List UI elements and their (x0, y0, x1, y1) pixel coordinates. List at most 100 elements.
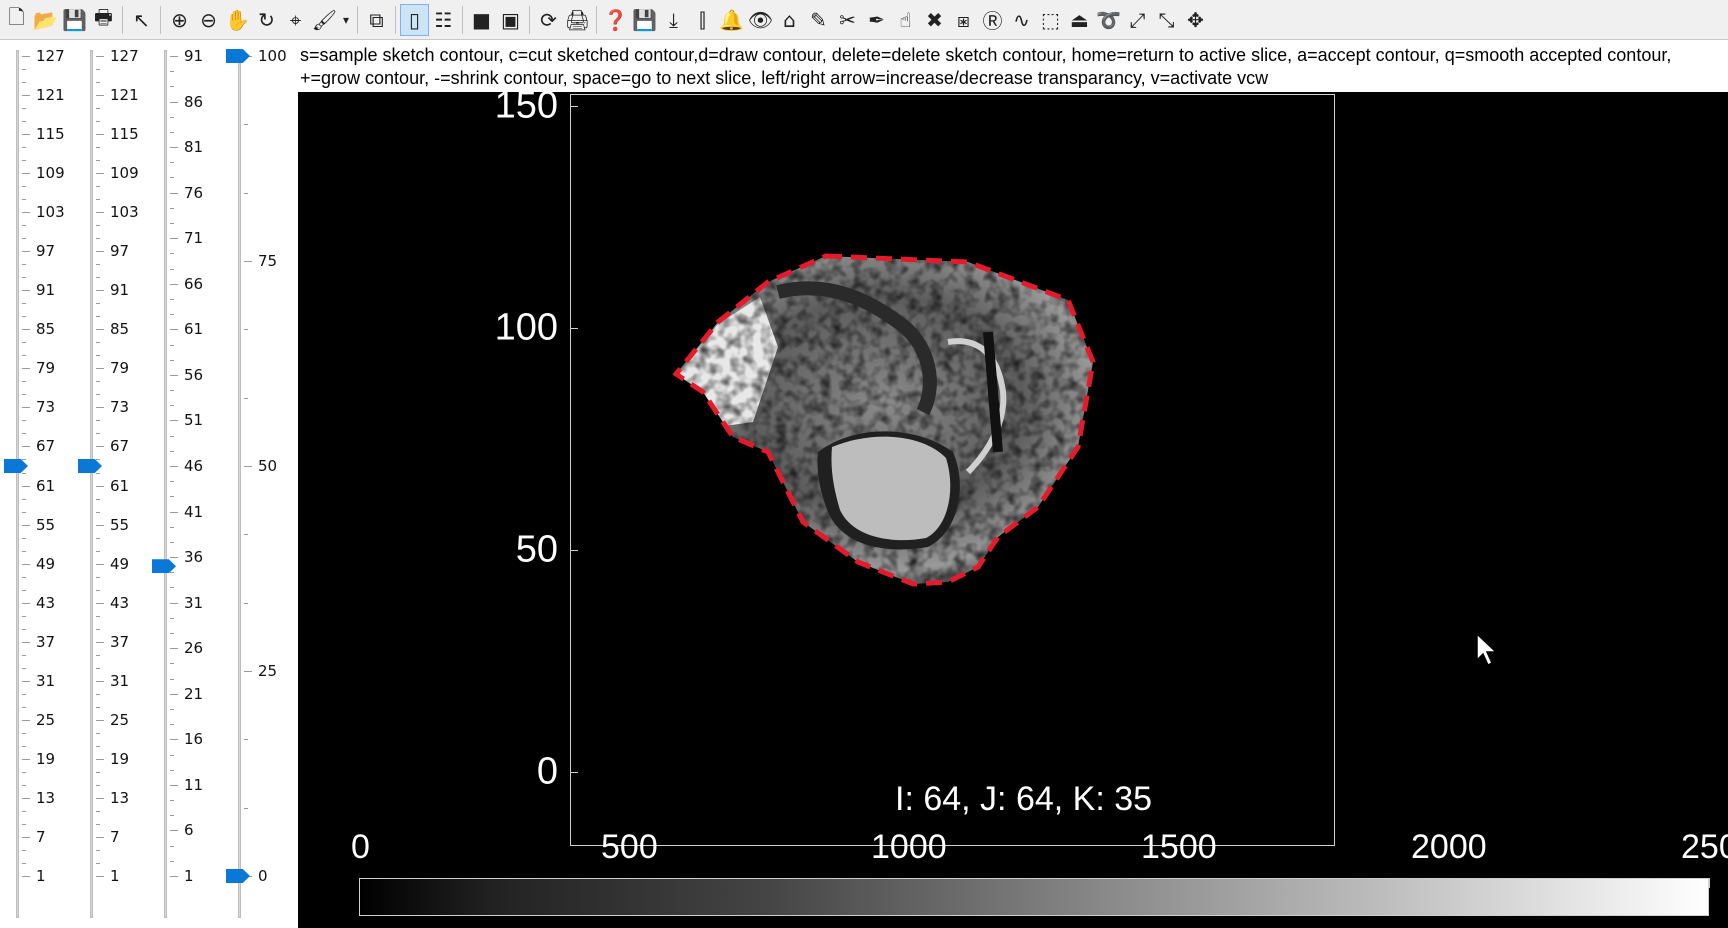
slider-i[interactable]: 127 121 115 109 103 97 91 85 79 73 67 61 55 49 43 37 31 2… (2, 44, 74, 924)
save-icon[interactable]: 💾 (60, 4, 89, 36)
pan-hand-icon[interactable]: ✋ (223, 4, 252, 36)
slider-j[interactable]: 127 121 115 109 103 97 91 85 79 73 67 61 55 49 43 37 31 2… (76, 44, 148, 924)
slider-minor-tick (96, 576, 100, 578)
slider-tick-label: 71 (184, 229, 204, 248)
brush-icon[interactable]: 🖌 (310, 4, 339, 36)
colorbar-tick-label: 1500 (1141, 828, 1217, 866)
eye-icon[interactable]: 👁 (746, 4, 775, 36)
slider-tick-label: 103 (36, 203, 65, 222)
help-icon[interactable]: ❓ (601, 4, 630, 36)
y-tick (570, 328, 578, 330)
bell-icon[interactable]: 🔔 (717, 4, 746, 36)
eyedropper-icon[interactable]: ✎ (804, 4, 833, 36)
slider-minor-tick (22, 693, 26, 695)
legend-toggle-icon[interactable]: ☷ (429, 4, 458, 36)
slider-minor-tick (170, 617, 174, 619)
delete-x-icon[interactable]: ✖ (920, 4, 949, 36)
crop-icon[interactable]: ⧆ (949, 4, 978, 36)
slider-tick-label: 49 (36, 554, 56, 573)
slider-transparency[interactable]: 100 75 50 25 0 (224, 44, 296, 924)
slider-minor-tick (170, 56, 174, 57)
slider-minor-tick (96, 602, 100, 604)
slider-minor-tick (22, 576, 26, 578)
download-icon[interactable]: ⤓ (659, 4, 688, 36)
slider-minor-tick (22, 758, 26, 760)
shrink-icon[interactable]: ⤡ (1152, 4, 1181, 36)
pointer-icon[interactable]: ↖ (127, 4, 156, 36)
scissors-icon[interactable]: ✂ (833, 4, 862, 36)
slider-track[interactable] (238, 50, 241, 918)
link-plot-icon[interactable]: ⧉ (362, 4, 391, 36)
slider-minor-tick (22, 368, 26, 370)
pen-icon[interactable]: ✒ (862, 4, 891, 36)
hide-plot-tools-icon[interactable]: ■ (467, 4, 496, 36)
slider-minor-tick (96, 277, 100, 279)
new-file-icon[interactable]: 🗋 (2, 4, 31, 36)
slider-tick-label: 91 (110, 281, 130, 300)
slider-minor-tick (170, 390, 174, 392)
refresh-icon[interactable]: ⟳ (534, 4, 563, 36)
vertical-line-icon[interactable]: ⫿ (688, 4, 717, 36)
mouse-cursor-icon (1476, 632, 1498, 667)
slider-minor-tick (170, 420, 174, 422)
lasso-icon[interactable]: ➰ (1094, 4, 1123, 36)
dropdown-arrow-icon[interactable]: ▾ (339, 4, 353, 36)
show-plot-tools-icon[interactable]: ▣ (496, 4, 525, 36)
slider-minor-tick (170, 283, 174, 285)
move-icon[interactable]: ✥ (1181, 4, 1210, 36)
slider-minor-tick (22, 290, 26, 292)
slider-tick-label: 43 (110, 593, 130, 612)
slider-track[interactable] (16, 50, 19, 918)
slider-k[interactable]: 91 86 81 76 71 66 61 56 51 46 41 36 31 26 21 16 11 6 1 (150, 44, 222, 924)
slider-track[interactable] (164, 50, 167, 918)
slider-tick-label: 13 (110, 788, 130, 807)
slider-thumb[interactable] (226, 49, 250, 63)
slider-minor-tick (170, 329, 174, 331)
slider-minor-tick (170, 663, 174, 665)
print-icon[interactable]: 🖶 (89, 4, 118, 36)
slider-minor-tick (170, 784, 174, 786)
slider-thumb[interactable] (4, 459, 28, 473)
slider-thumb[interactable] (152, 559, 176, 574)
slider-minor-tick (22, 680, 26, 682)
expand-icon[interactable]: ⤢ (1123, 4, 1152, 36)
slider-minor-tick (96, 706, 100, 708)
smooth-contour-icon[interactable]: ∿ (1007, 4, 1036, 36)
slider-tick-label: 51 (184, 411, 204, 430)
slider-minor-tick (22, 212, 26, 214)
image-viewer[interactable]: 150 100 50 0 I: 64, J: 64, K: 35 0 500 1000 15… (298, 92, 1728, 928)
slider-minor-tick (96, 498, 100, 500)
open-folder-icon[interactable]: 📂 (31, 4, 60, 36)
slider-track[interactable] (90, 50, 93, 918)
zoom-in-icon[interactable]: ⊕ (165, 4, 194, 36)
slider-minor-tick (96, 836, 100, 838)
toolbar-separator (160, 5, 161, 34)
r-icon[interactable]: Ⓡ (978, 4, 1007, 36)
data-cursor-icon[interactable]: ⌖ (281, 4, 310, 36)
slider-tick-label: 61 (110, 476, 130, 495)
printer-red-icon[interactable]: 🖨 (563, 4, 592, 36)
slider-minor-tick (96, 459, 100, 461)
colorbar-toggle-icon[interactable]: ▯ (400, 3, 429, 36)
zoom-out-icon[interactable]: ⊖ (194, 4, 223, 36)
slider-minor-tick (170, 526, 174, 528)
home-icon[interactable]: ⌂ (775, 4, 804, 36)
slider-minor-tick (170, 192, 174, 194)
slider-thumb[interactable] (78, 459, 102, 473)
rotate-3d-icon[interactable]: ↻ (252, 4, 281, 36)
slider-tick-label: 1 (184, 867, 194, 885)
hand-pointer-icon[interactable]: ☝ (891, 4, 920, 36)
slider-tick-label: 55 (36, 515, 56, 534)
colorbar-tick-label: 0 (351, 828, 370, 866)
slider-thumb[interactable] (226, 869, 250, 883)
iron-icon[interactable]: ⏏ (1065, 4, 1094, 36)
slider-tick-label: 25 (36, 710, 56, 729)
slider-minor-tick (22, 329, 26, 331)
slider-minor-tick (170, 587, 174, 589)
slider-minor-tick (22, 121, 26, 123)
save-disk-icon[interactable]: 💾 (630, 4, 659, 36)
slider-tick-label: 31 (184, 593, 204, 612)
select-region-icon[interactable]: ⬚ (1036, 4, 1065, 36)
slider-minor-tick (22, 186, 26, 188)
slider-minor-tick (96, 238, 100, 240)
